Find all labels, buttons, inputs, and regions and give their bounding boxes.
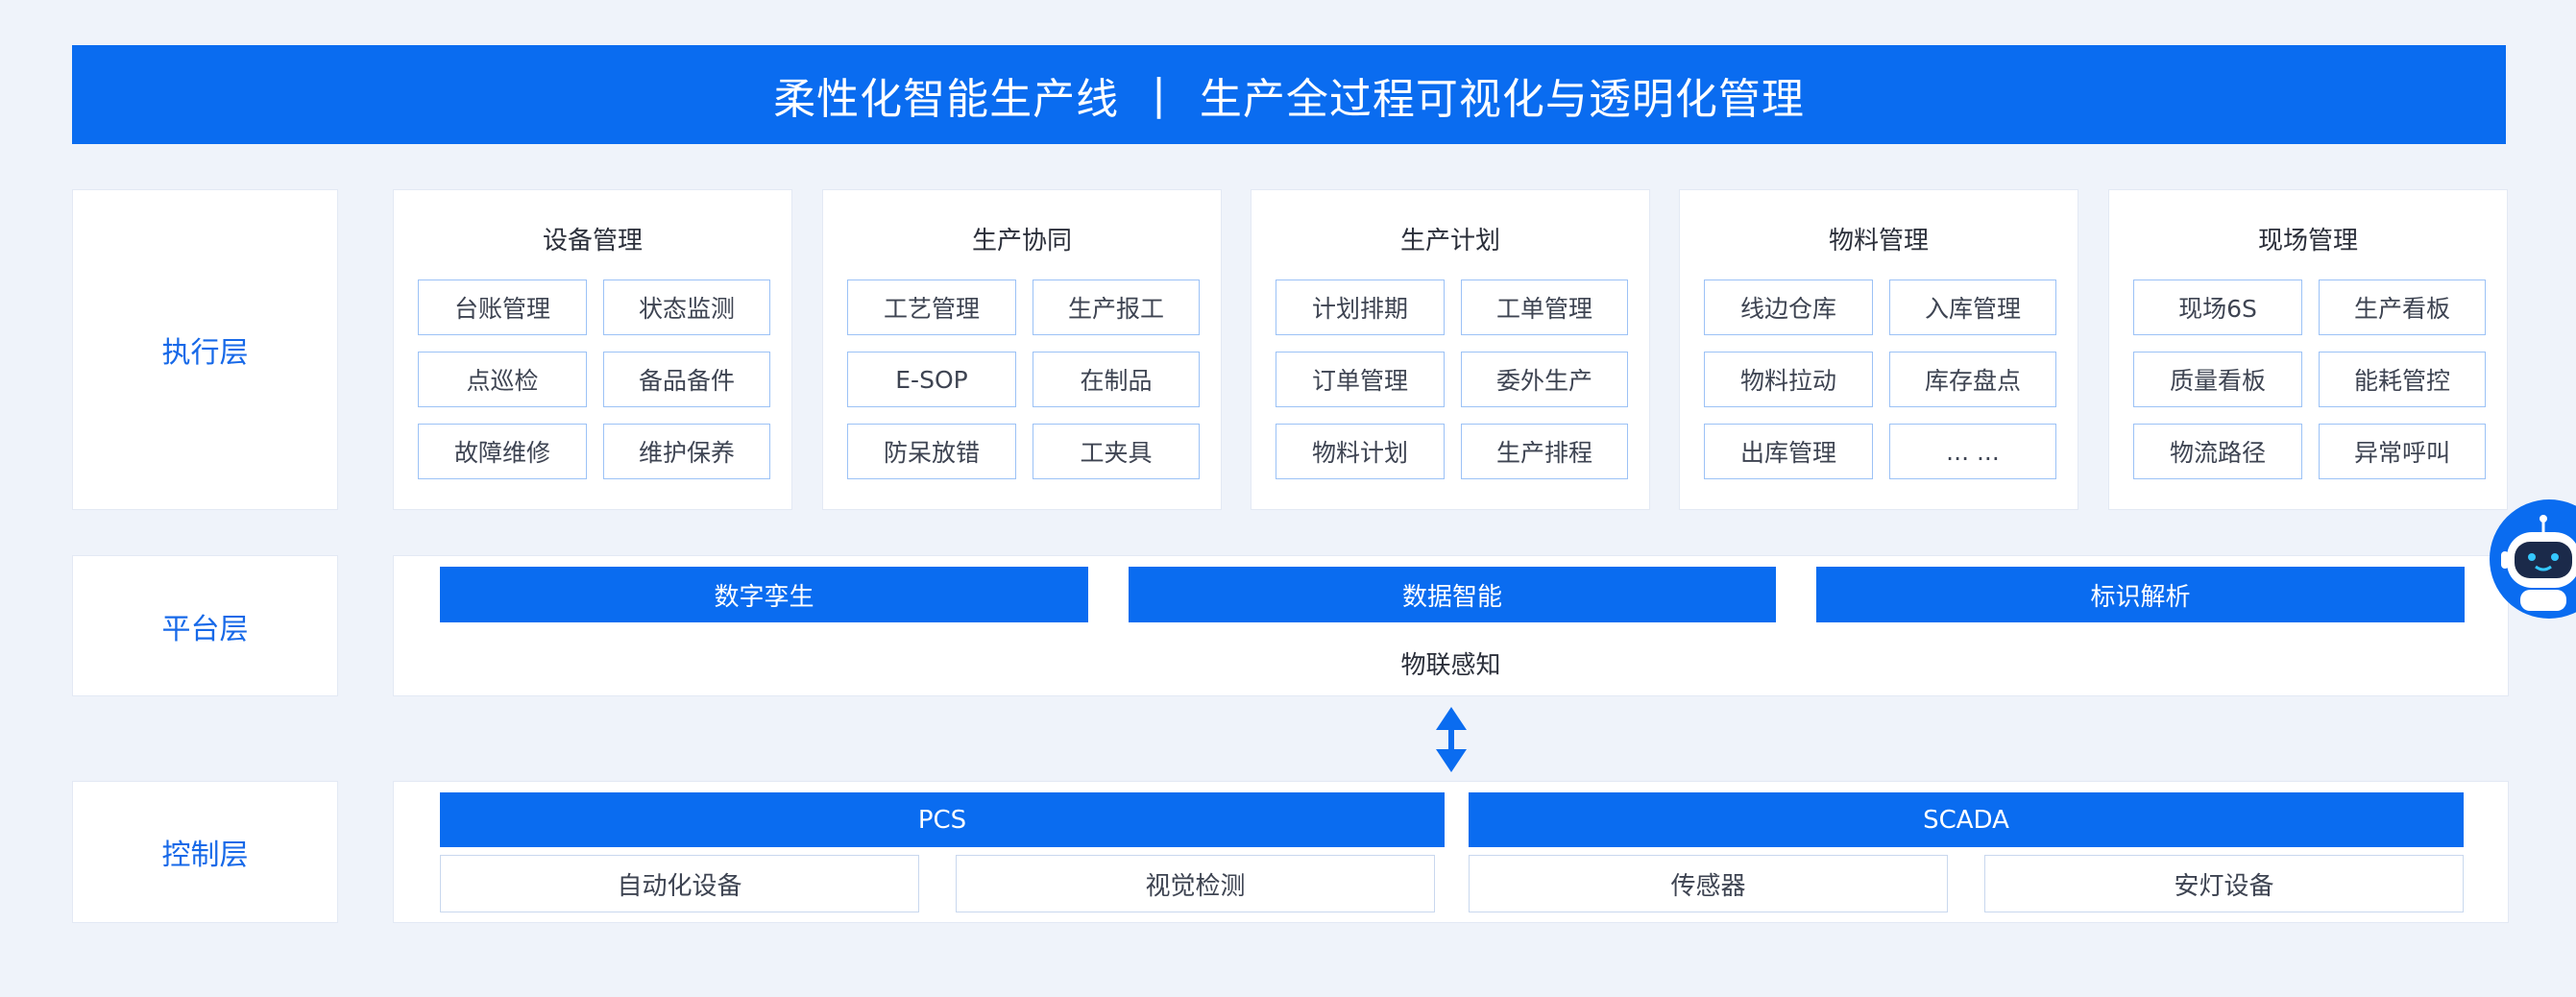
chip-item[interactable]: 异常呼叫	[2319, 424, 2486, 479]
chip-item[interactable]: 台账管理	[418, 280, 587, 335]
chip-item[interactable]: 计划排期	[1276, 280, 1445, 335]
chip-item[interactable]: E-SOP	[847, 352, 1016, 407]
control-bar-scada[interactable]: SCADA	[1469, 792, 2464, 847]
chip-item[interactable]: 工夹具	[1033, 424, 1200, 479]
chip-item[interactable]: 物料拉动	[1704, 352, 1873, 407]
chip-item[interactable]: 工单管理	[1461, 280, 1628, 335]
chip-item[interactable]: 物料计划	[1276, 424, 1445, 479]
chip-item[interactable]: 生产排程	[1461, 424, 1628, 479]
card-production-planning: 生产计划 计划排期 工单管理 订单管理 委外生产 物料计划 生产排程	[1251, 189, 1650, 510]
control-bar-pcs[interactable]: PCS	[440, 792, 1445, 847]
layer-label-platform: 平台层	[72, 555, 338, 696]
chip-item[interactable]: 出库管理	[1704, 424, 1873, 479]
card-title: 物料管理	[1828, 227, 1929, 255]
layer-label-control: 控制层	[72, 781, 338, 923]
chip-item[interactable]: 状态监测	[603, 280, 770, 335]
chip-item[interactable]: 现场6S	[2133, 280, 2302, 335]
device-sensor[interactable]: 传感器	[1469, 855, 1948, 912]
card-production-collaboration: 生产协同 工艺管理 生产报工 E-SOP 在制品 防呆放错 工夹具	[822, 189, 1222, 510]
chip-item[interactable]: 库存盘点	[1889, 352, 2056, 407]
card-equipment-management: 设备管理 台账管理 状态监测 点巡检 备品备件 故障维修 维护保养	[393, 189, 792, 510]
chip-item[interactable]: 故障维修	[418, 424, 587, 479]
device-visual-inspection[interactable]: 视觉检测	[956, 855, 1435, 912]
card-title: 生产协同	[971, 227, 1072, 255]
device-andon-equipment[interactable]: 安灯设备	[1984, 855, 2464, 912]
chip-item[interactable]: 维护保养	[603, 424, 770, 479]
chip-item[interactable]: ... ...	[1889, 424, 2056, 479]
chip-item[interactable]: 生产看板	[2319, 280, 2486, 335]
card-title: 生产计划	[1399, 227, 1500, 255]
banner-separator: |	[1152, 70, 1167, 119]
robot-assistant-icon[interactable]	[2488, 499, 2576, 619]
banner-title-right: 生产全过程可视化与透明化管理	[1199, 74, 1805, 124]
chip-item[interactable]: 能耗管控	[2319, 352, 2486, 407]
card-site-management: 现场管理 现场6S 生产看板 质量看板 能耗管控 物流路径 异常呼叫	[2108, 189, 2508, 510]
card-material-management: 物料管理 线边仓库 入库管理 物料拉动 库存盘点 出库管理 ... ...	[1679, 189, 2078, 510]
chip-item[interactable]: 防呆放错	[847, 424, 1016, 479]
chip-item[interactable]: 工艺管理	[847, 280, 1016, 335]
chip-item[interactable]: 质量看板	[2133, 352, 2302, 407]
card-title: 设备管理	[542, 227, 643, 255]
platform-bar-data-intelligence[interactable]: 数据智能	[1129, 567, 1776, 622]
layer-label-execution: 执行层	[72, 189, 338, 510]
chip-item[interactable]: 入库管理	[1889, 280, 2056, 335]
banner-title-left: 柔性化智能生产线	[773, 74, 1120, 124]
chip-item[interactable]: 备品备件	[603, 352, 770, 407]
iot-perception-label: 物联感知	[1400, 651, 1501, 680]
card-title: 现场管理	[2257, 227, 2358, 255]
chip-item[interactable]: 生产报工	[1033, 280, 1200, 335]
platform-panel: 数字孪生 数据智能 标识解析 物联感知	[393, 555, 2509, 696]
platform-bar-digital-twin[interactable]: 数字孪生	[440, 567, 1088, 622]
double-arrow-icon	[1436, 707, 1467, 772]
chip-item[interactable]: 线边仓库	[1704, 280, 1873, 335]
banner-title: 柔性化智能生产线 | 生产全过程可视化与透明化管理	[72, 45, 2506, 144]
chip-item[interactable]: 订单管理	[1276, 352, 1445, 407]
chip-item[interactable]: 在制品	[1033, 352, 1200, 407]
chip-item[interactable]: 委外生产	[1461, 352, 1628, 407]
device-automation-equipment[interactable]: 自动化设备	[440, 855, 919, 912]
platform-bar-identifier-resolution[interactable]: 标识解析	[1816, 567, 2465, 622]
chip-item[interactable]: 物流路径	[2133, 424, 2302, 479]
chip-item[interactable]: 点巡检	[418, 352, 587, 407]
control-panel: PCS SCADA 自动化设备 视觉检测 传感器 安灯设备	[393, 781, 2509, 923]
